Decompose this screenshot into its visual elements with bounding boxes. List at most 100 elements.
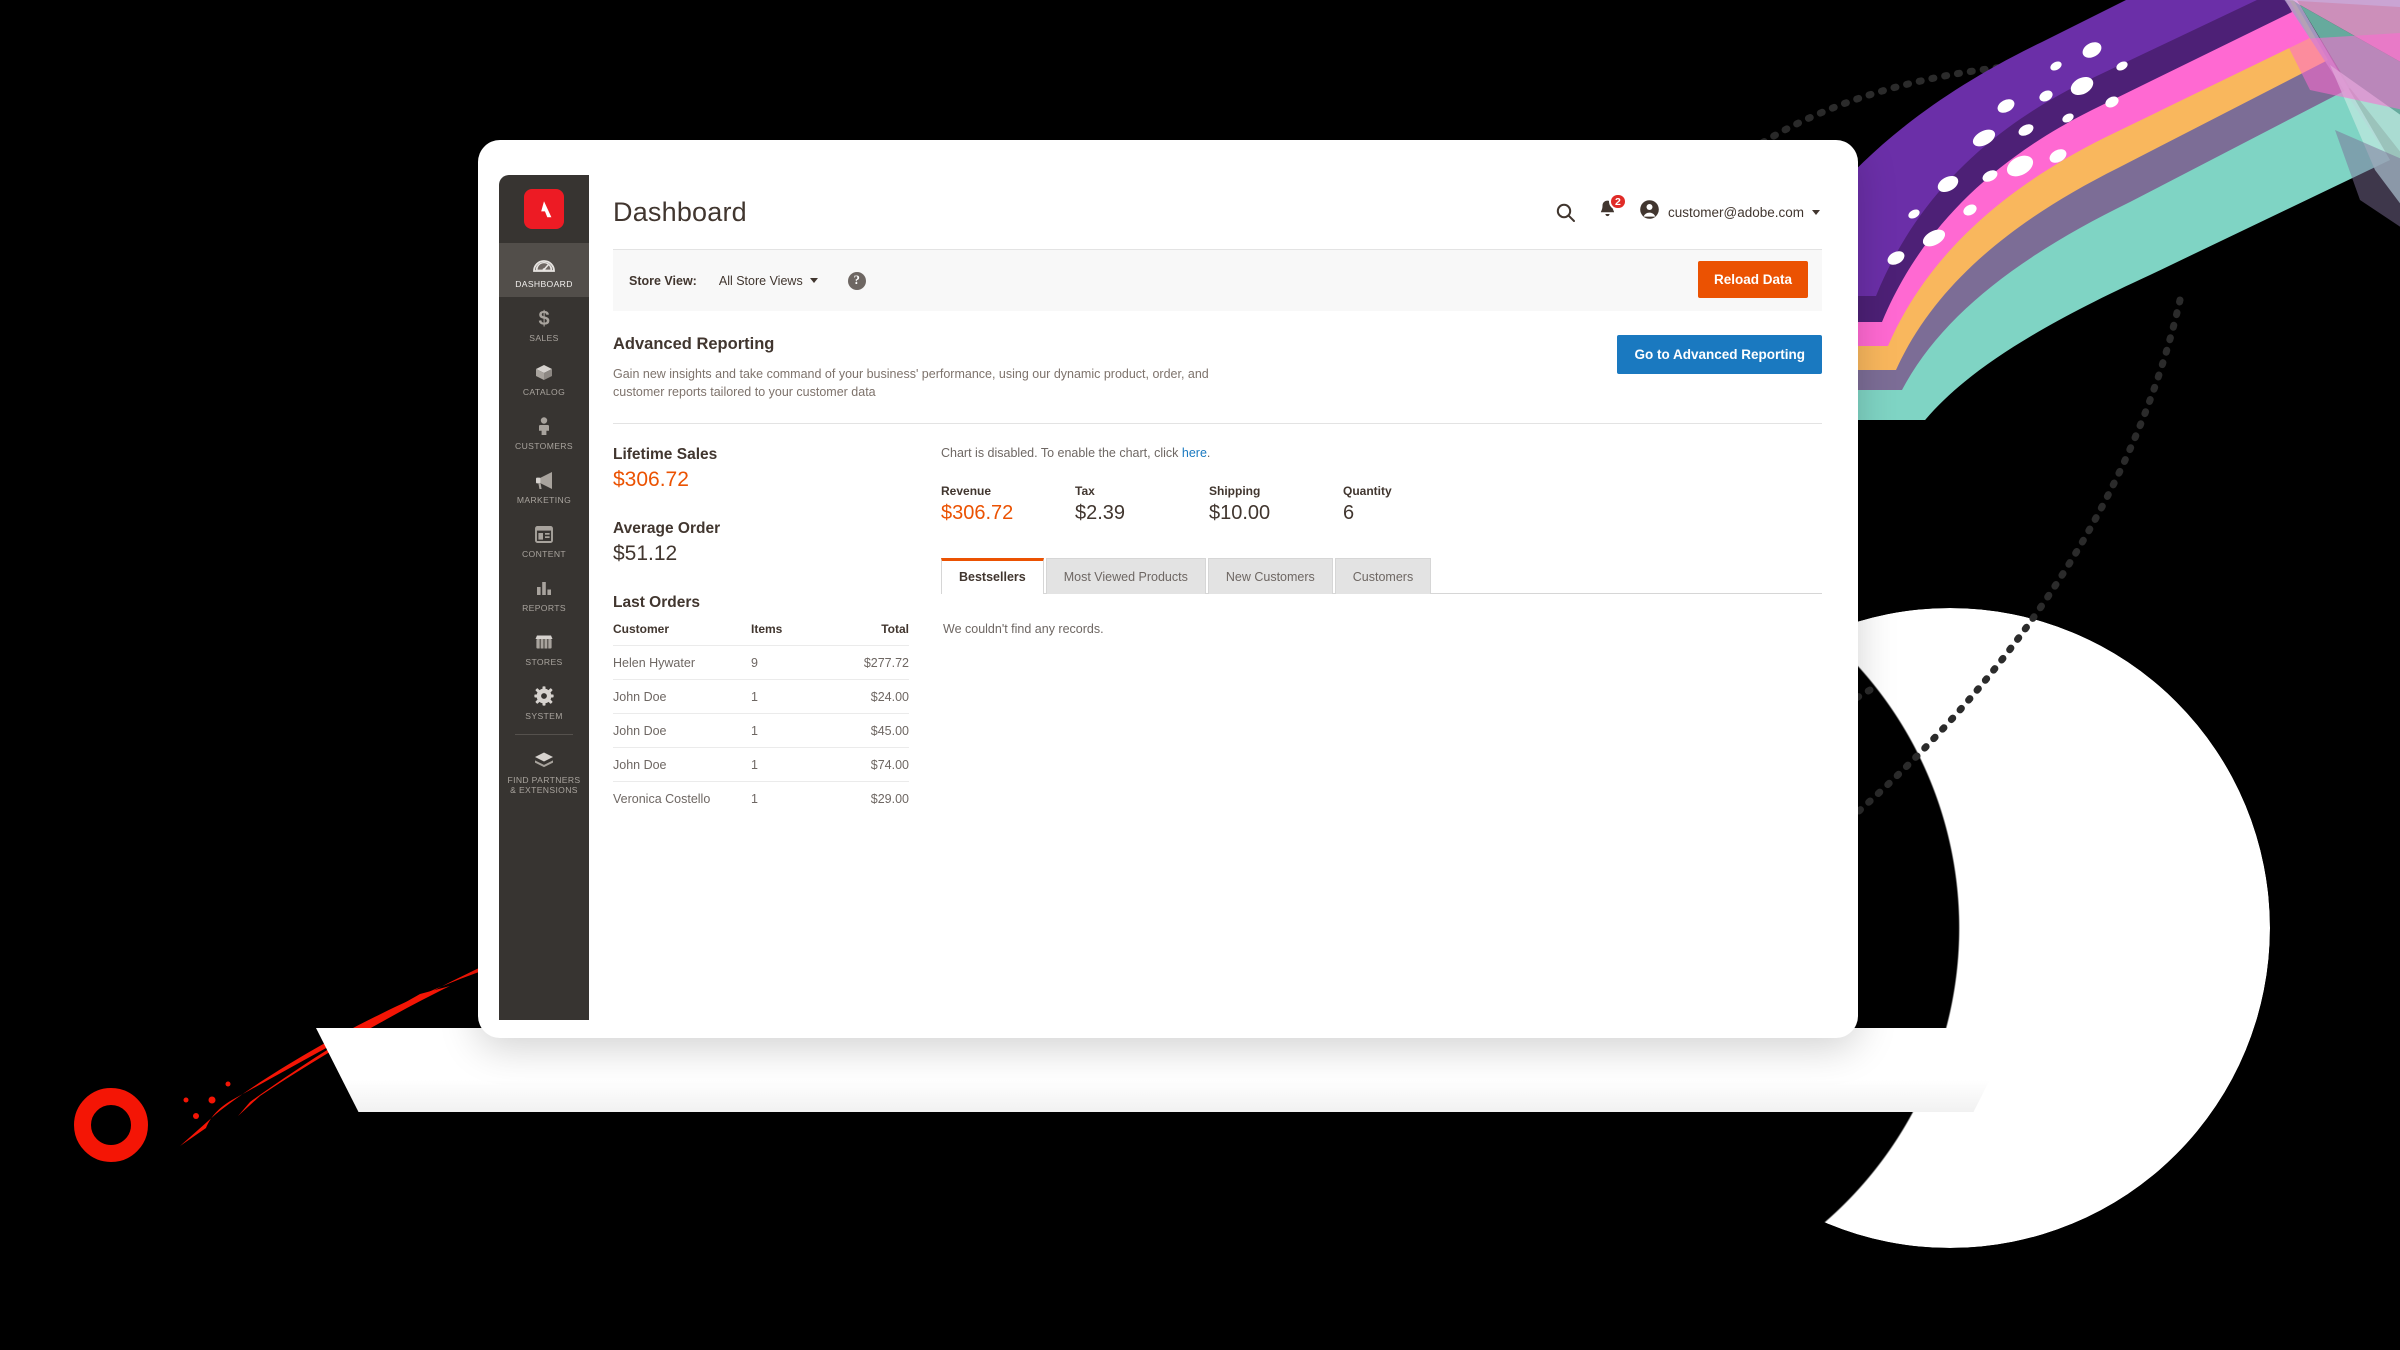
extension-box-icon [531, 748, 557, 772]
store-view-select[interactable]: All Store Views [719, 274, 818, 288]
reload-data-button[interactable]: Reload Data [1697, 261, 1808, 298]
page-header: Dashboard 2 customer@adobe.com [589, 175, 1846, 249]
laptop-base [316, 1028, 2016, 1112]
sidebar-item-marketing[interactable]: MARKETING [499, 459, 589, 513]
last-orders-title: Last Orders [613, 594, 701, 611]
enable-chart-link[interactable]: here [1182, 446, 1207, 460]
dashboard-tabs: Bestsellers Most Viewed Products New Custo… [941, 557, 1822, 594]
stat-value: $10.00 [1209, 502, 1271, 524]
search-icon[interactable] [1555, 202, 1576, 223]
user-avatar-icon [1639, 199, 1660, 225]
cell-customer: John Doe [613, 713, 751, 748]
sidebar-item-system[interactable]: SYSTEM [499, 675, 589, 729]
sidebar-item-customers[interactable]: CUSTOMERS [499, 405, 589, 459]
sidebar-item-sales[interactable]: $ SALES [499, 297, 589, 351]
sidebar-item-content[interactable]: CONTENT [499, 513, 589, 567]
chevron-down-icon [1812, 209, 1820, 215]
svg-text:$: $ [538, 308, 549, 329]
table-row[interactable]: John Doe 1 $45.00 [613, 713, 909, 748]
average-order-block: Average Order $51.12 [613, 520, 909, 566]
account-email-label: customer@adobe.com [1667, 204, 1804, 220]
advanced-reporting-title: Advanced Reporting [613, 335, 775, 353]
last-orders-table: Customer Items Total Helen Hywater 9 $277.… [613, 622, 909, 815]
sidebar-item-reports[interactable]: REPORTS [499, 567, 589, 621]
tab-bestsellers[interactable]: Bestsellers [941, 558, 1044, 594]
advanced-reporting-text: Advanced Reporting Gain new insights and… [613, 335, 1253, 401]
column-header-items: Items [751, 622, 783, 636]
bar-chart-icon [531, 576, 557, 600]
tab-customers[interactable]: Customers [1334, 558, 1432, 594]
summary-stats: Revenue $306.72 Tax $2.39 Shipping $10.00 Quan… [941, 484, 1822, 525]
table-row[interactable]: Helen Hywater 9 $277.72 [613, 645, 909, 680]
megaphone-icon [531, 468, 557, 492]
page-title: Dashboard [613, 196, 747, 227]
ribbon-prism-decoration [1830, 0, 2400, 420]
stat-quantity: Quantity 6 [1343, 484, 1477, 525]
average-order-value: $51.12 [613, 542, 678, 565]
sidebar-item-stores[interactable]: STORES [499, 621, 589, 675]
gauge-icon [531, 252, 557, 276]
last-orders-body: Helen Hywater 9 $277.72 John Doe 1 $24.00 John… [613, 645, 909, 815]
table-row[interactable]: Veronica Costello 1 $29.00 [613, 781, 909, 815]
stat-label: Quantity [1343, 484, 1392, 498]
cell-total: $29.00 [823, 781, 909, 815]
stat-tax: Tax $2.39 [1075, 484, 1209, 525]
column-header-total: Total [881, 622, 909, 636]
sidebar-item-label: CATALOG [522, 387, 566, 397]
bottom-spacer [613, 815, 1822, 841]
content-area: Advanced Reporting Gain new insights and… [589, 311, 1846, 841]
lifetime-sales-value: $306.72 [613, 468, 689, 491]
main-content: Dashboard 2 customer@adobe.com Store Vie… [589, 175, 1846, 1020]
browser-screen: DASHBOARD $ SALES CATALOG CUSTOMERS MARK… [499, 175, 1846, 1020]
box-icon [531, 360, 557, 384]
advanced-reporting-description: Gain new insights and take command of yo… [613, 367, 1209, 399]
stat-revenue: Revenue $306.72 [941, 484, 1075, 525]
column-header-customer: Customer [613, 622, 670, 636]
storefront-icon [531, 630, 557, 654]
table-row[interactable]: John Doe 1 $24.00 [613, 679, 909, 714]
sidebar-item-dashboard[interactable]: DASHBOARD [499, 243, 589, 297]
sidebar-item-label: STORES [525, 657, 563, 667]
question-mark-icon[interactable]: ? [847, 271, 866, 290]
cell-items: 1 [751, 747, 823, 782]
sidebar-item-catalog[interactable]: CATALOG [499, 351, 589, 405]
stat-shipping: Shipping $10.00 [1209, 484, 1343, 525]
go-to-advanced-reporting-button[interactable]: Go to Advanced Reporting [1617, 335, 1822, 374]
layout-icon [531, 522, 557, 546]
table-row[interactable]: John Doe 1 $74.00 [613, 747, 909, 782]
sidebar-item-find-partners-extensions[interactable]: FIND PARTNERS & EXTENSIONS [499, 739, 589, 803]
dashboard-right-column: Chart is disabled. To enable the chart, … [941, 446, 1822, 815]
cell-items: 1 [751, 679, 823, 714]
dashboard-columns: Lifetime Sales $306.72 Average Order $51… [613, 424, 1822, 815]
cell-total: $74.00 [823, 747, 909, 782]
person-icon [531, 414, 557, 438]
lifetime-sales-block: Lifetime Sales $306.72 [613, 446, 909, 492]
cell-customer: John Doe [613, 679, 751, 714]
sidebar-item-label: DASHBOARD [515, 279, 573, 289]
lifetime-sales-label: Lifetime Sales [613, 446, 718, 463]
notifications-bell[interactable]: 2 [1598, 193, 1627, 225]
account-menu[interactable]: customer@adobe.com [1639, 199, 1820, 225]
stat-label: Tax [1075, 484, 1095, 498]
last-orders-block: Last Orders Customer Items Total Helen H… [613, 594, 909, 815]
comet-ring-decoration [74, 1088, 148, 1162]
cell-total: $45.00 [823, 713, 909, 748]
sidebar-item-label: SALES [529, 333, 559, 343]
tab-most-viewed-products[interactable]: Most Viewed Products [1045, 558, 1206, 594]
adobe-logo-icon[interactable] [524, 189, 564, 229]
chart-notice-text-after: . [1206, 446, 1211, 460]
cell-customer: Helen Hywater [613, 645, 751, 680]
sidebar-item-label: FIND PARTNERS & EXTENSIONS [507, 775, 581, 795]
cell-total: $24.00 [823, 679, 909, 714]
gear-icon [531, 684, 557, 708]
sidebar-item-label: CONTENT [522, 549, 566, 559]
notification-count-badge: 2 [1608, 193, 1627, 210]
stat-label: Revenue [941, 484, 992, 498]
stat-value: $2.39 [1075, 502, 1126, 524]
chart-notice-text-before: Chart is disabled. To enable the chart, … [941, 446, 1182, 460]
sidebar-item-label: SYSTEM [525, 711, 563, 721]
stat-label: Shipping [1209, 484, 1261, 498]
cell-items: 9 [751, 645, 823, 680]
dollar-icon: $ [531, 306, 557, 330]
tab-new-customers[interactable]: New Customers [1207, 558, 1333, 594]
